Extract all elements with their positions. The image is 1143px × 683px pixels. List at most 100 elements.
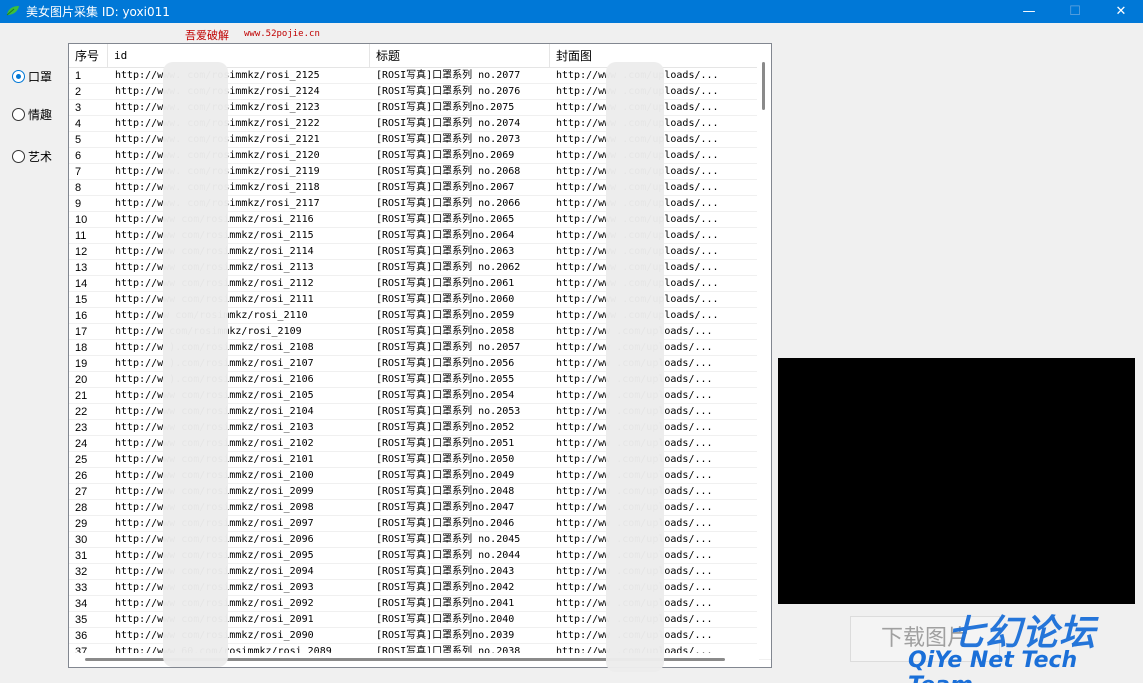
cell-id: http://ww com/rosimmkz/rosi_2110 [115, 310, 308, 321]
banner-text: 吾爱破解 [185, 29, 229, 42]
cell-title: [ROSI写真]口罩系列 no.2062 [376, 262, 521, 273]
radio-art[interactable]: 艺术 [12, 148, 52, 164]
cell-id: http://w ).com/rosimmkz/rosi_2108 [115, 342, 314, 353]
cell-index: 36 [75, 630, 88, 642]
cell-title: [ROSI写真]口罩系列 no.2076 [376, 86, 521, 97]
cell-id: http://www com/rosimmkz/rosi_2115 [115, 230, 314, 241]
watermark-en: QiYe Net Tech Team [908, 648, 1078, 683]
cell-index: 30 [75, 534, 88, 546]
cell-id: http://www. com/rosimmkz/rosi_2121 [115, 134, 320, 145]
cell-id: http://www com/rosimmkz/rosi_2102 [115, 438, 314, 449]
image-preview [778, 358, 1135, 604]
cell-id: http://www com/rosimmkz/rosi_2114 [115, 246, 314, 257]
column-header-title[interactable]: 标题 [370, 44, 550, 68]
cell-title: [ROSI写真]口罩系列no.2048 [376, 486, 515, 497]
cell-index: 5 [75, 134, 82, 146]
cell-index: 8 [75, 182, 82, 194]
close-button[interactable]: ✕ [1098, 0, 1143, 23]
vertical-scroll-thumb[interactable] [762, 62, 765, 110]
cell-title: [ROSI写真]口罩系列no.2059 [376, 310, 515, 321]
cell-id: http://www com/rosimmkz/rosi_2099 [115, 486, 314, 497]
cell-index: 15 [75, 294, 88, 306]
column-header-id[interactable]: id [108, 44, 370, 68]
cell-id: http://www com/rosimmkz/rosi_2116 [115, 214, 314, 225]
cell-title: [ROSI写真]口罩系列 no.2073 [376, 134, 521, 145]
cell-id: http://www. com/rosimmkz/rosi_2118 [115, 182, 320, 193]
cell-index: 14 [75, 278, 88, 290]
cell-title: [ROSI写真]口罩系列no.2063 [376, 246, 515, 257]
cell-id: http://www. com/rosimmkz/rosi_2123 [115, 102, 320, 113]
minimize-button[interactable]: — [1006, 0, 1052, 23]
cell-index: 10 [75, 214, 88, 226]
redaction-blur [163, 62, 228, 667]
cell-title: [ROSI写真]口罩系列 no.2045 [376, 534, 521, 545]
cell-id: http://www com/rosimmkz/rosi_2098 [115, 502, 314, 513]
vertical-scrollbar[interactable] [757, 44, 771, 655]
maximize-button[interactable]: ☐ [1052, 0, 1098, 23]
cell-id: http://www com/rosimmkz/rosi_2096 [115, 534, 314, 545]
cell-id: http://www com/rosimmkz/rosi_2094 [115, 566, 314, 577]
radio-mask[interactable]: 口罩 [12, 68, 52, 84]
cell-title: [ROSI写真]口罩系列 no.2066 [376, 198, 521, 209]
cell-id: http://www com/rosimmkz/rosi_2111 [115, 294, 314, 305]
cell-id: http://www. com/rosimmkz/rosi_2119 [115, 166, 320, 177]
cell-id: http://w ).com/rosimmkz/rosi_2107 [115, 358, 314, 369]
cell-index: 7 [75, 166, 82, 178]
cell-id: http://www com/rosimmkz/rosi_2095 [115, 550, 314, 561]
cell-index: 27 [75, 486, 88, 498]
cell-title: [ROSI写真]口罩系列no.2052 [376, 422, 515, 433]
column-header-index[interactable]: 序号 [69, 44, 108, 68]
cell-id: http://www com/rosimmkz/rosi_2113 [115, 262, 314, 273]
cell-title: [ROSI写真]口罩系列no.2040 [376, 614, 515, 625]
cell-index: 22 [75, 406, 88, 418]
cell-index: 4 [75, 118, 82, 130]
cell-title: [ROSI写真]口罩系列 no.2074 [376, 118, 521, 129]
cell-id: http://www com/rosimmkz/rosi_2112 [115, 278, 314, 289]
cell-index: 26 [75, 470, 88, 482]
cell-id: http://www. com/rosimmkz/rosi_2122 [115, 118, 320, 129]
cell-title: [ROSI写真]口罩系列no.2067 [376, 182, 515, 193]
cell-title: [ROSI写真]口罩系列no.2042 [376, 582, 515, 593]
cell-index: 21 [75, 390, 88, 402]
cell-index: 19 [75, 358, 88, 370]
cell-index: 18 [75, 342, 88, 354]
cell-id: http://www com/rosimmkz/rosi_2101 [115, 454, 314, 465]
cell-index: 6 [75, 150, 82, 162]
cell-title: [ROSI写真]口罩系列 no.2068 [376, 166, 521, 177]
banner-url[interactable]: www.52pojie.cn [244, 29, 320, 39]
cell-index: 35 [75, 614, 88, 626]
cell-id: http://www com/rosimmkz/rosi_2100 [115, 470, 314, 481]
cell-id: http://www. com/rosimmkz/rosi_2120 [115, 150, 320, 161]
cell-index: 29 [75, 518, 88, 530]
cell-index: 34 [75, 598, 88, 610]
cell-id: http://www. com/rosimmkz/rosi_2124 [115, 86, 320, 97]
radio-label: 情趣 [28, 107, 53, 122]
radio-label: 口罩 [28, 69, 53, 84]
cell-id: http://www com/rosimmkz/rosi_2090 [115, 630, 314, 641]
app-leaf-icon [6, 6, 19, 16]
cell-title: [ROSI写真]口罩系列 no.2053 [376, 406, 521, 417]
cell-title: [ROSI写真]口罩系列 no.2044 [376, 550, 521, 561]
cell-title: [ROSI写真]口罩系列no.2049 [376, 470, 515, 481]
cell-index: 13 [75, 262, 88, 274]
cell-title: [ROSI写真]口罩系列no.2075 [376, 102, 515, 113]
cell-index: 9 [75, 198, 82, 210]
cell-title: [ROSI写真]口罩系列no.2064 [376, 230, 515, 241]
cell-index: 24 [75, 438, 88, 450]
cell-index: 32 [75, 566, 88, 578]
cell-index: 3 [75, 102, 82, 114]
cell-title: [ROSI写真]口罩系列no.2058 [376, 326, 515, 337]
cell-title: [ROSI写真]口罩系列no.2054 [376, 390, 515, 401]
cell-title: [ROSI写真]口罩系列no.2046 [376, 518, 515, 529]
cell-index: 33 [75, 582, 88, 594]
radio-label: 艺术 [28, 149, 53, 164]
cell-id: http://www com/rosimmkz/rosi_2092 [115, 598, 314, 609]
cell-id: http://www com/rosimmkz/rosi_2105 [115, 390, 314, 401]
cell-title: [ROSI写真]口罩系列no.2051 [376, 438, 515, 449]
cell-id: http://www com/rosimmkz/rosi_2097 [115, 518, 314, 529]
cell-index: 12 [75, 246, 88, 258]
cell-title: [ROSI写真]口罩系列no.2047 [376, 502, 515, 513]
radio-qingqu[interactable]: 情趣 [12, 106, 52, 122]
cell-index: 23 [75, 422, 88, 434]
cell-index: 2 [75, 86, 82, 98]
